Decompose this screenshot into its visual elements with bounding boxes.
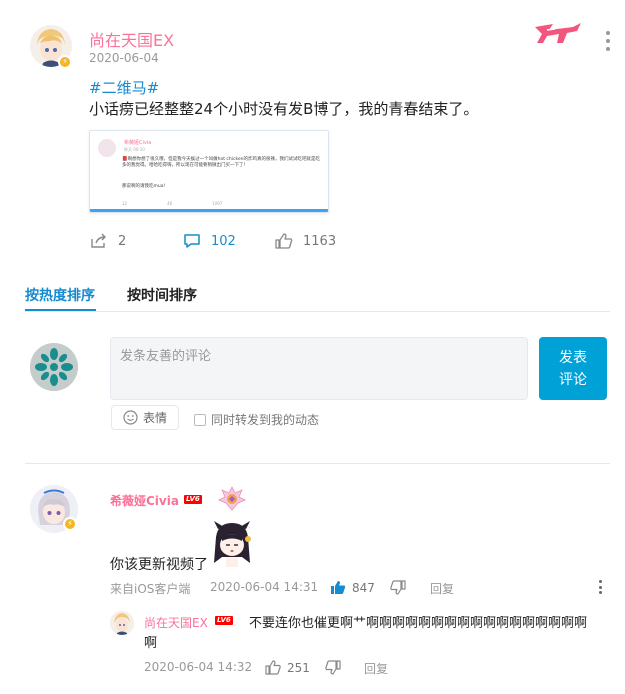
comment-like-count: 847 bbox=[352, 580, 375, 595]
comment-icon bbox=[184, 234, 200, 248]
send-comment-button[interactable]: 发表 评论 bbox=[539, 337, 607, 400]
embed-footer-comment: 46 bbox=[167, 201, 173, 206]
post-more-icon[interactable] bbox=[604, 31, 612, 51]
logo-icon bbox=[533, 21, 583, 47]
reply-text-line-2: 啊 bbox=[144, 636, 158, 651]
embed-date: 昨天 00:10 bbox=[124, 147, 145, 152]
comment-author[interactable]: 希薇娅Civia bbox=[110, 492, 179, 509]
composer-divider bbox=[25, 463, 610, 464]
tabs-divider bbox=[25, 311, 610, 312]
post-date: 2020-06-04 bbox=[89, 51, 159, 65]
comment-count: 102 bbox=[211, 233, 236, 249]
embed-footer-share: 12 bbox=[122, 201, 128, 206]
reply-dislike-button[interactable] bbox=[325, 660, 341, 675]
verified-badge-icon bbox=[58, 55, 72, 69]
emoji-button[interactable]: 表情 bbox=[111, 405, 179, 430]
repost-label: 同时转发到我的动态 bbox=[211, 413, 320, 427]
send-label-1: 发表 bbox=[559, 349, 587, 366]
comment-text: 你该更新视频了 bbox=[110, 557, 208, 573]
reply-avatar[interactable] bbox=[110, 611, 134, 635]
like-count: 1163 bbox=[303, 233, 337, 249]
share-button[interactable]: 2 bbox=[90, 233, 126, 249]
comment-dislike-button[interactable] bbox=[390, 580, 406, 595]
reply-reply-button[interactable]: 回复 bbox=[364, 660, 388, 677]
comment-time: 2020-06-04 14:31 bbox=[210, 580, 319, 594]
post-author[interactable]: 尚在天国EX bbox=[89, 27, 174, 51]
dislike-icon bbox=[390, 580, 406, 595]
medal-icon bbox=[218, 484, 246, 512]
like-icon bbox=[331, 581, 346, 594]
post-image[interactable]: 希薇娅Civia 昨天 00:10 📕啊想你想了很久哦，但是我今天挨过一个叫做h… bbox=[89, 130, 329, 213]
send-label-2: 评论 bbox=[559, 371, 587, 388]
embed-author: 希薇娅Civia bbox=[124, 140, 152, 146]
reply-like-button[interactable]: 251 bbox=[265, 660, 310, 675]
embed-text: 📕啊想你想了很久哦，但是我今天挨过一个叫做hot chicken的炸鸡真的很辣，… bbox=[122, 157, 321, 168]
share-count: 2 bbox=[118, 233, 127, 249]
comment-button[interactable]: 102 bbox=[183, 233, 236, 249]
emoji-icon bbox=[123, 410, 138, 425]
reply-time: 2020-06-04 14:32 bbox=[144, 660, 253, 674]
comment-level-badge: LV6 bbox=[184, 495, 202, 504]
comment-input[interactable]: 发条友善的评论 bbox=[110, 337, 528, 400]
tab-hot[interactable]: 按热度排序 bbox=[25, 285, 95, 305]
embed-footer-like: 1097 bbox=[212, 201, 223, 206]
like-icon bbox=[265, 660, 281, 675]
reply-level-badge: LV6 bbox=[215, 616, 233, 625]
embed-footer: 12 46 1097 bbox=[122, 201, 222, 206]
like-button[interactable]: 1163 bbox=[275, 233, 336, 249]
reply-like-count: 251 bbox=[287, 660, 310, 675]
checkbox-box[interactable] bbox=[194, 413, 206, 426]
comment-source: 来自iOS客户端 bbox=[110, 582, 191, 596]
reply-text-line-1: 不要连你也催更啊艹啊啊啊啊啊啊啊啊啊啊啊啊啊啊啊啊啊 bbox=[249, 616, 588, 631]
comment-reply-button[interactable]: 回复 bbox=[430, 580, 454, 597]
post-content: 小话痨已经整整24个小时没有发B博了，我的青春结束了。 bbox=[89, 100, 479, 118]
share-icon bbox=[91, 233, 106, 248]
embed-avatar bbox=[98, 139, 116, 157]
comment-more-icon[interactable] bbox=[597, 580, 603, 594]
tab-time[interactable]: 按时间排序 bbox=[127, 285, 197, 305]
emoji-label: 表情 bbox=[142, 411, 167, 425]
like-icon bbox=[275, 233, 293, 249]
sticker-image bbox=[206, 519, 258, 571]
embed-accent-bar bbox=[90, 209, 328, 212]
comment-like-button[interactable]: 847 bbox=[330, 580, 375, 595]
repost-checkbox[interactable]: 同时转发到我的动态 bbox=[194, 411, 319, 428]
dislike-icon bbox=[325, 660, 341, 675]
post-hashtag[interactable]: #二维马# bbox=[89, 77, 159, 98]
my-avatar[interactable] bbox=[30, 343, 78, 391]
embed-text-2: 那说啊的请我吃mua! bbox=[122, 184, 166, 189]
reply-author[interactable]: 尚在天国EX bbox=[144, 614, 208, 631]
comment-verified-badge-icon bbox=[63, 517, 77, 531]
